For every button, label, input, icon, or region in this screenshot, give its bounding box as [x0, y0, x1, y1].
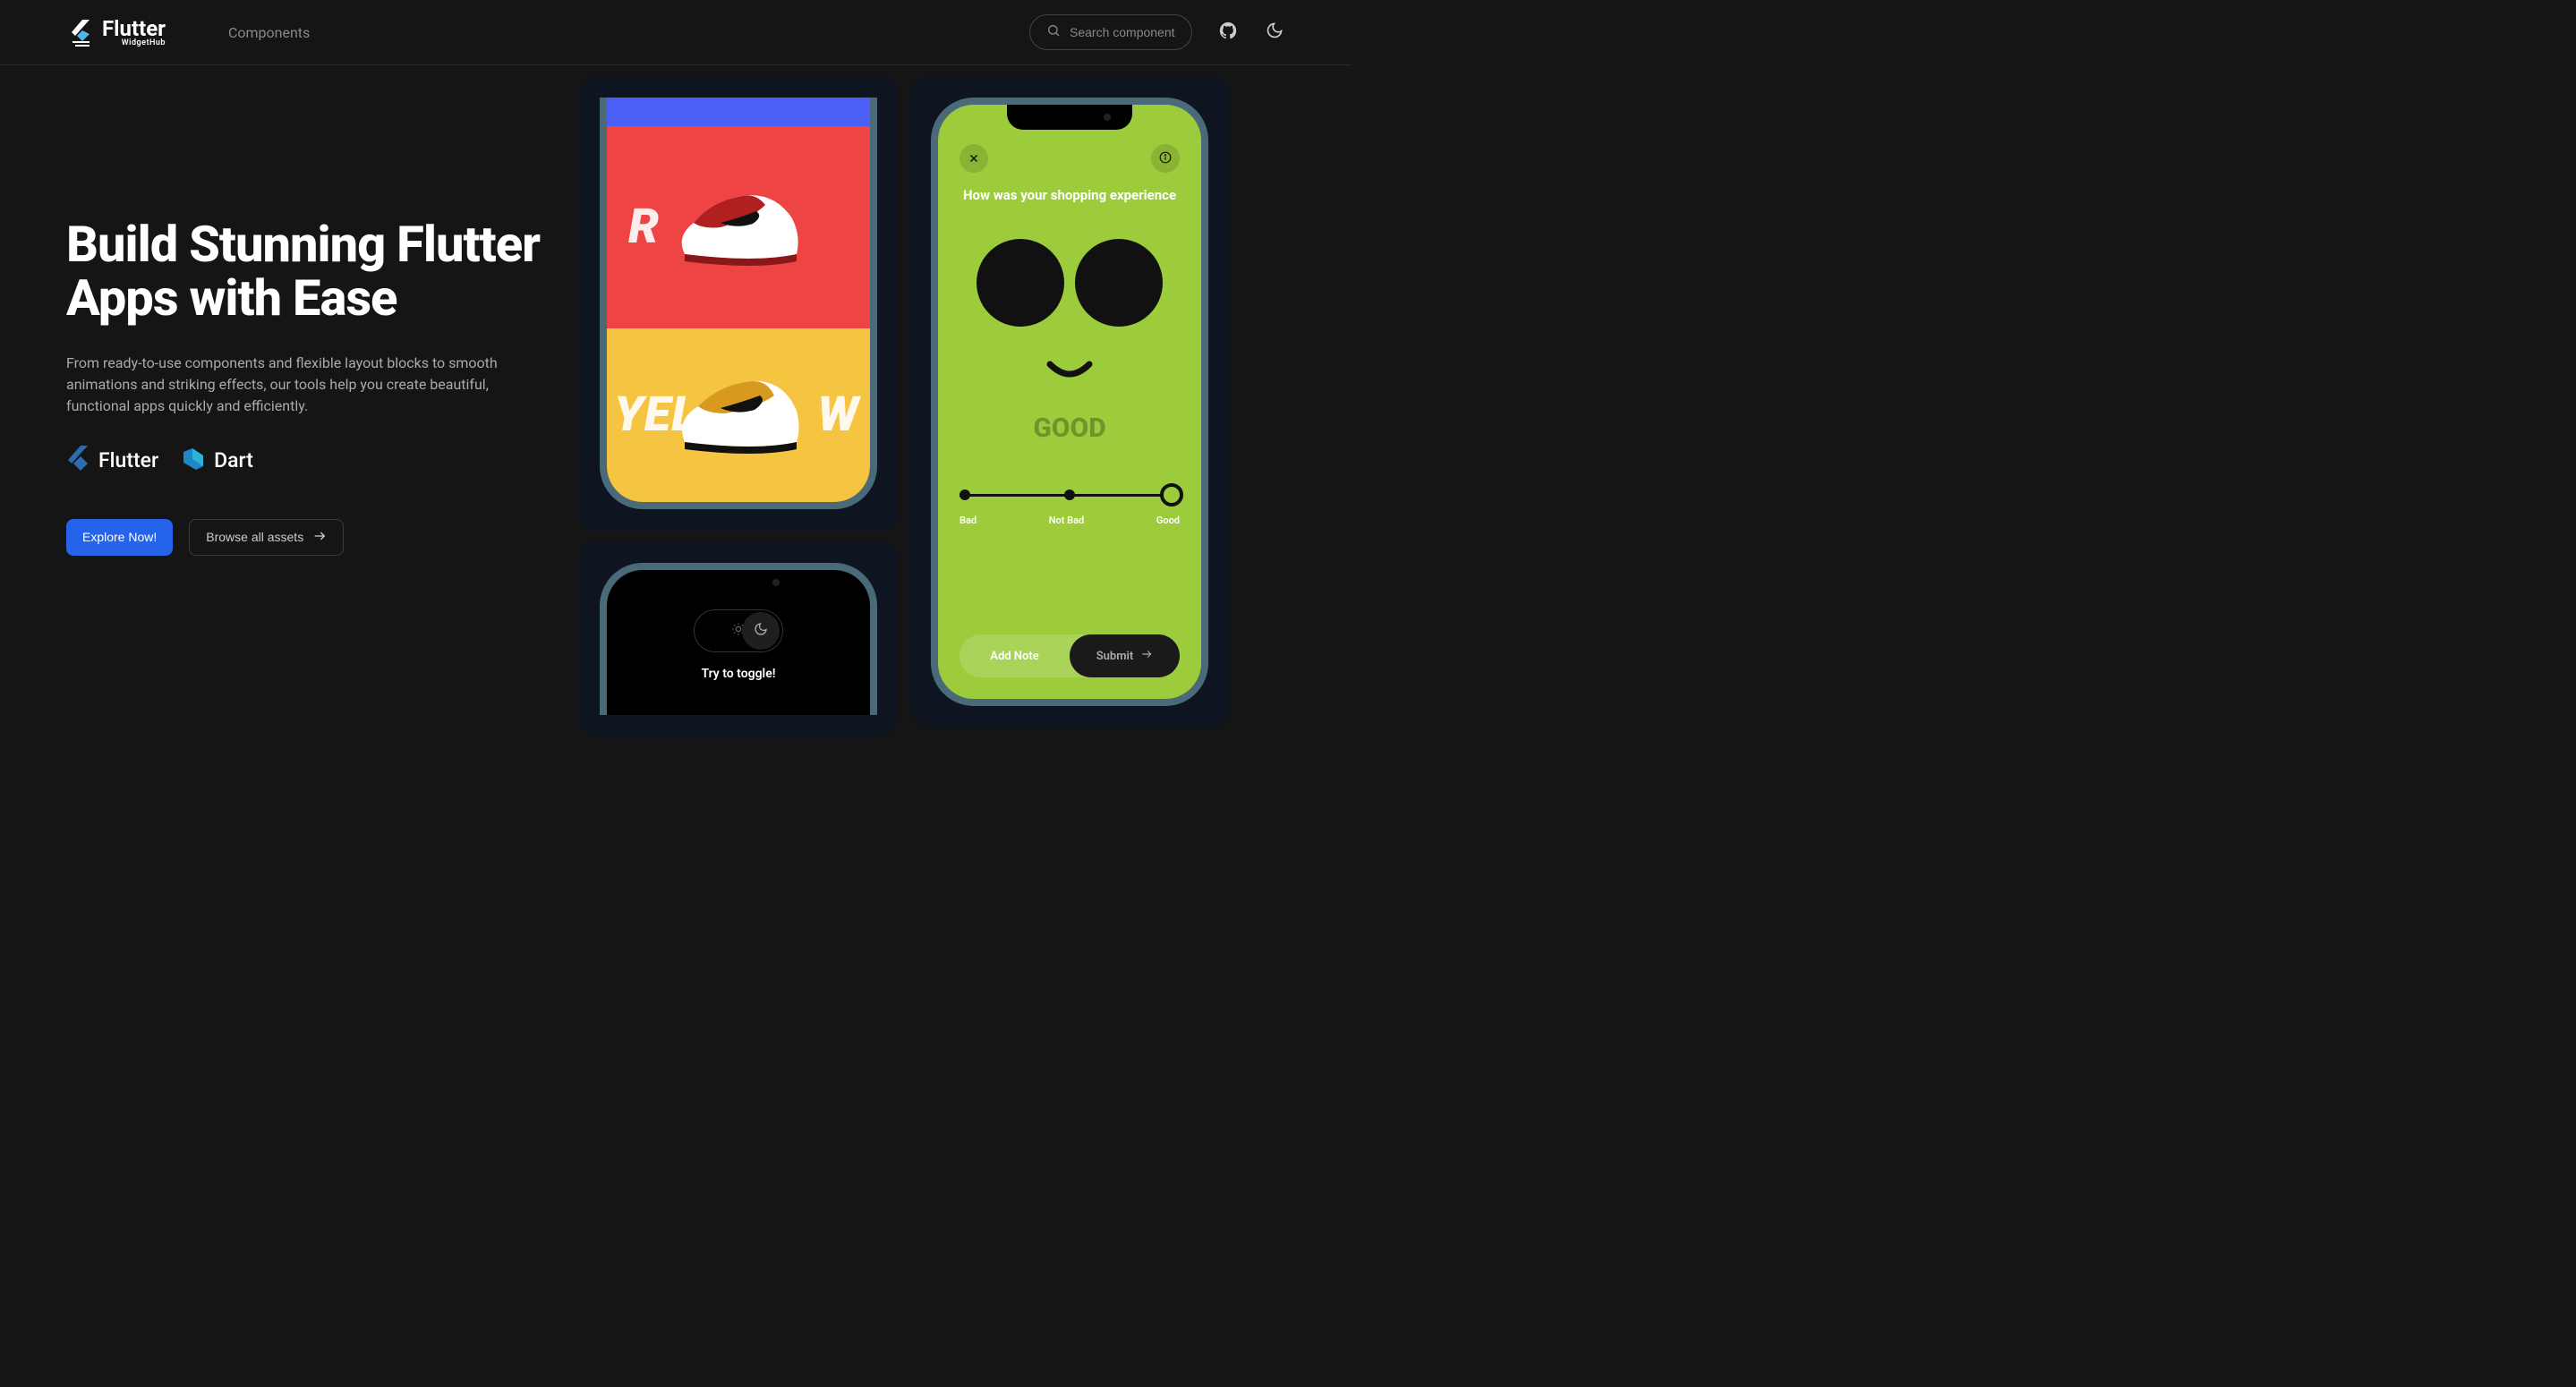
phone-notch [1007, 105, 1132, 130]
search-input[interactable] [1070, 25, 1175, 39]
theme-toggle[interactable] [1264, 21, 1285, 43]
preview-column-1: R YEL W [578, 76, 899, 736]
sneaker-red-icon [667, 174, 810, 281]
logo-main-text: Flutter [102, 18, 166, 39]
tech-flutter: Flutter [66, 446, 158, 476]
arrow-right-icon [312, 529, 327, 546]
flutter-logo-icon [66, 18, 95, 47]
info-icon [1159, 150, 1172, 167]
phone-frame-feedback: How was your shopping experience GOOD [931, 98, 1208, 706]
logo-text: Flutter WidgetHub [102, 18, 166, 47]
toggle-caption: Try to toggle! [702, 667, 776, 681]
slider-label-bad: Bad [960, 515, 977, 526]
feedback-slider[interactable]: Bad Not Bad Good [960, 494, 1180, 526]
shoe-yellow-label-right: W [817, 387, 859, 443]
hero-title: Build Stunning Flutter Apps with Ease [66, 217, 567, 326]
phone-notch [676, 570, 801, 595]
shoe-slot-red: R [607, 126, 870, 328]
smile-icon [1045, 359, 1095, 386]
feedback-demo-card: How was your shopping experience GOOD [909, 76, 1230, 728]
feedback-close-button[interactable] [960, 144, 988, 173]
tech-dart-label: Dart [214, 448, 253, 472]
add-note-label: Add Note [990, 650, 1038, 663]
toggle-demo-card: Try to toggle! [578, 541, 899, 736]
main-content: Build Stunning Flutter Apps with Ease Fr… [0, 65, 1352, 736]
shoe-slot-blue [607, 98, 870, 126]
flutter-icon [66, 446, 90, 476]
search-box[interactable] [1029, 14, 1192, 50]
slider-track [960, 494, 1180, 497]
hero-section: Build Stunning Flutter Apps with Ease Fr… [66, 65, 567, 736]
feedback-face [977, 239, 1163, 386]
sneaker-yellow-icon [667, 362, 810, 469]
arrow-right-icon [1140, 648, 1153, 664]
slider-thumb[interactable] [1160, 483, 1183, 506]
close-icon [968, 150, 979, 167]
feedback-info-button[interactable] [1151, 144, 1180, 173]
cta-row: Explore Now! Browse all assets [66, 519, 567, 556]
moon-icon [1266, 21, 1284, 43]
site-header: Flutter WidgetHub Components [0, 0, 1352, 65]
shoe-red-label: R [628, 199, 660, 255]
nav-components-link[interactable]: Components [228, 24, 310, 41]
toggle-knob [742, 612, 780, 650]
dart-icon [180, 447, 205, 475]
feedback-actions: Add Note Submit [960, 634, 1180, 677]
logo-sub-text: WidgetHub [102, 39, 166, 47]
submit-label: Submit [1096, 650, 1134, 663]
shoe-showcase-card: R YEL W [578, 76, 899, 531]
preview-column-2: How was your shopping experience GOOD [909, 76, 1230, 736]
add-note-button[interactable]: Add Note [960, 634, 1070, 677]
feedback-eyes [977, 239, 1163, 327]
browse-assets-button[interactable]: Browse all assets [189, 519, 344, 556]
submit-button[interactable]: Submit [1070, 634, 1180, 677]
site-logo[interactable]: Flutter WidgetHub [66, 18, 166, 47]
slider-stop-bad [960, 489, 970, 500]
feedback-top-row [960, 144, 1180, 173]
feedback-body: How was your shopping experience GOOD [938, 105, 1201, 699]
feedback-question: How was your shopping experience [963, 187, 1176, 203]
hero-description: From ready-to-use components and flexibl… [66, 353, 505, 417]
eye-left-icon [977, 239, 1064, 327]
header-left: Flutter WidgetHub Components [66, 18, 310, 47]
slider-label-good: Good [1156, 515, 1180, 526]
browse-assets-label: Browse all assets [206, 530, 303, 544]
tech-logos: Flutter Dart [66, 446, 567, 476]
eye-right-icon [1075, 239, 1163, 327]
tech-flutter-label: Flutter [98, 448, 158, 472]
phone-frame-shoes: R YEL W [600, 98, 877, 509]
tech-dart: Dart [180, 447, 253, 475]
slider-label-notbad: Not Bad [1049, 515, 1085, 526]
search-icon [1046, 23, 1061, 41]
moon-icon [754, 622, 768, 640]
github-link[interactable] [1217, 21, 1239, 43]
theme-toggle-pill[interactable] [694, 609, 783, 652]
explore-button[interactable]: Explore Now! [66, 519, 173, 556]
slider-labels: Bad Not Bad Good [960, 515, 1180, 526]
feedback-mood-label: GOOD [1033, 413, 1105, 444]
header-right [1029, 14, 1285, 50]
phone-frame-toggle: Try to toggle! [600, 563, 877, 715]
preview-area: R YEL W [567, 65, 1285, 736]
shoe-slot-yellow: YEL W [607, 328, 870, 502]
slider-stop-notbad [1064, 489, 1075, 500]
github-icon [1218, 21, 1238, 44]
